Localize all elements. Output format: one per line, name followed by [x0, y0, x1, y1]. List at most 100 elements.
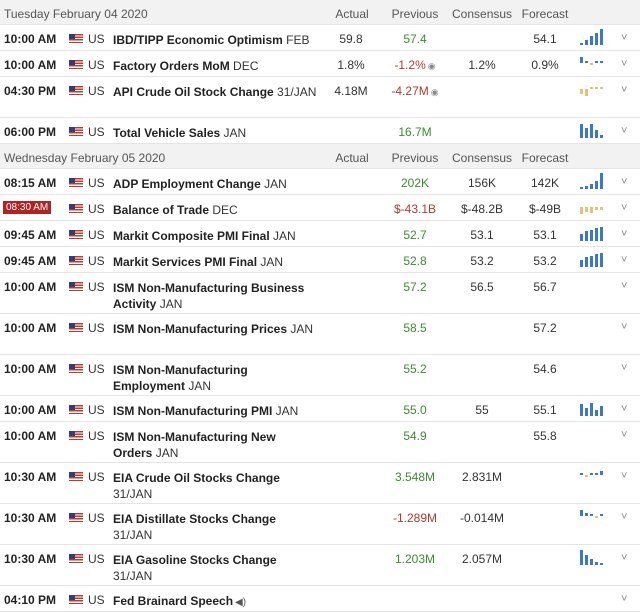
- chevron-down-icon[interactable]: ˅: [621, 511, 627, 523]
- event-row[interactable]: 10:30 AM US EIA Crude Oil Stocks Change 31…: [0, 463, 640, 504]
- sparkline-chart[interactable]: [580, 55, 606, 71]
- event-name[interactable]: API Crude Oil Stock Change: [113, 85, 274, 99]
- chevron-down-icon[interactable]: ˅: [621, 429, 627, 441]
- previous-text: $-43.1B: [393, 202, 437, 216]
- event-row[interactable]: 10:00 AM US ISM Non-Manufacturing PMI JAN 5…: [0, 396, 640, 422]
- chevron-down-icon[interactable]: ˅: [621, 176, 627, 188]
- event-title[interactable]: Balance of Trade DEC: [113, 202, 318, 218]
- previous-text: 57.2: [403, 280, 427, 294]
- event-name[interactable]: ISM Non-Manufacturing Prices: [113, 322, 287, 336]
- chevron-down-icon[interactable]: ˅: [621, 84, 627, 96]
- event-name[interactable]: Total Vehicle Sales: [113, 126, 220, 140]
- event-row[interactable]: 10:00 AM US ISM Non-Manufacturing Employme…: [0, 355, 640, 396]
- event-row[interactable]: 10:00 AM US Factory Orders MoM DEC 1.8% -1.2…: [0, 51, 640, 77]
- event-row[interactable]: 09:45 AM US Markit Composite PMI Final JAN…: [0, 221, 640, 247]
- event-title[interactable]: ISM Non-Manufacturing PMI JAN: [113, 403, 318, 419]
- sparkline-chart[interactable]: [580, 173, 606, 189]
- event-row[interactable]: 08:15 AM US ADP Employment Change JAN 202K 1…: [0, 169, 640, 195]
- event-name[interactable]: Factory Orders MoM: [113, 59, 230, 73]
- event-time: 04:30 PM: [4, 84, 57, 98]
- sparkline-chart[interactable]: [580, 81, 606, 97]
- event-name[interactable]: EIA Gasoline Stocks Change: [113, 553, 277, 567]
- chevron-down-icon[interactable]: ˅: [621, 202, 627, 214]
- chevron-down-icon[interactable]: ˅: [621, 403, 627, 415]
- consensus-value: 1.2%: [468, 58, 496, 72]
- event-row[interactable]: 10:00 AM US ISM Non-Manufacturing Prices J…: [0, 314, 640, 355]
- forecast-value: 55.8: [533, 429, 557, 443]
- column-forecast: Forecast: [521, 151, 569, 165]
- chevron-down-icon[interactable]: ˅: [621, 321, 627, 333]
- event-name[interactable]: Markit Composite PMI Final: [113, 229, 270, 243]
- event-title[interactable]: API Crude Oil Stock Change 31/JAN: [113, 84, 318, 100]
- previous-text: 57.4: [403, 32, 427, 46]
- sparkline-bar: [595, 130, 598, 138]
- chevron-down-icon[interactable]: ˅: [621, 593, 627, 605]
- column-actual: Actual: [335, 7, 369, 21]
- event-name[interactable]: ISM Non-Manufacturing New Orders: [113, 430, 276, 460]
- sparkline-chart[interactable]: [580, 549, 606, 565]
- chevron-down-icon[interactable]: ˅: [621, 125, 627, 137]
- event-row[interactable]: 10:00 AM US IBD/TIPP Economic Optimism FEB…: [0, 25, 640, 51]
- event-title[interactable]: Fed Brainard Speech ◀): [113, 593, 318, 611]
- forecast-value: 54.1: [533, 32, 557, 46]
- event-title[interactable]: ISM Non-Manufacturing Business Activity …: [113, 280, 318, 312]
- event-name[interactable]: ADP Employment Change: [113, 177, 261, 191]
- event-title[interactable]: EIA Distillate Stocks Change 31/JAN: [113, 511, 318, 543]
- chevron-down-icon[interactable]: ˅: [621, 362, 627, 374]
- event-title[interactable]: IBD/TIPP Economic Optimism FEB: [113, 32, 318, 48]
- sparkline-bar: [585, 89, 588, 97]
- event-row[interactable]: 10:00 AM US ISM Non-Manufacturing New Orde…: [0, 422, 640, 463]
- event-name[interactable]: EIA Crude Oil Stocks Change: [113, 471, 280, 485]
- event-row[interactable]: 10:30 AM US EIA Gasoline Stocks Change 31/…: [0, 545, 640, 586]
- event-name[interactable]: Markit Services PMI Final: [113, 255, 257, 269]
- event-name[interactable]: ISM Non-Manufacturing Business Activity: [113, 281, 304, 311]
- sparkline-chart[interactable]: [580, 400, 606, 416]
- us-flag-icon: [69, 364, 83, 373]
- event-row[interactable]: 04:10 PM US Fed Brainard Speech ◀) ˅: [0, 586, 640, 612]
- event-title[interactable]: ISM Non-Manufacturing Employment JAN: [113, 362, 318, 394]
- event-title[interactable]: Markit Composite PMI Final JAN: [113, 228, 318, 244]
- event-title[interactable]: Total Vehicle Sales JAN: [113, 125, 318, 141]
- chevron-down-icon[interactable]: ˅: [621, 58, 627, 70]
- consensus-value: 53.1: [470, 228, 494, 242]
- sparkline-chart[interactable]: [580, 251, 606, 267]
- us-flag-icon: [69, 34, 83, 43]
- us-flag-icon: [69, 472, 83, 481]
- event-row[interactable]: 10:00 AM US ISM Non-Manufacturing Business…: [0, 273, 640, 314]
- event-name[interactable]: ISM Non-Manufacturing PMI: [113, 404, 272, 418]
- sparkline-chart[interactable]: [580, 508, 606, 524]
- sparkline-chart[interactable]: [580, 467, 606, 483]
- event-row[interactable]: 10:30 AM US EIA Distillate Stocks Change 3…: [0, 504, 640, 545]
- sparkline-chart[interactable]: [580, 225, 606, 241]
- event-title[interactable]: ADP Employment Change JAN: [113, 176, 318, 192]
- sparkline-bar: [580, 42, 583, 45]
- event-name[interactable]: Balance of Trade: [113, 203, 209, 217]
- event-title[interactable]: Markit Services PMI Final JAN: [113, 254, 318, 270]
- chevron-down-icon[interactable]: ˅: [621, 552, 627, 564]
- forecast-value: 53.2: [533, 254, 557, 268]
- chevron-down-icon[interactable]: ˅: [621, 228, 627, 240]
- event-name[interactable]: EIA Distillate Stocks Change: [113, 512, 276, 526]
- sparkline-chart[interactable]: [580, 122, 606, 138]
- sparkline-chart[interactable]: [580, 29, 606, 45]
- event-title[interactable]: Factory Orders MoM DEC: [113, 58, 318, 74]
- chevron-down-icon[interactable]: ˅: [621, 470, 627, 482]
- event-time: 10:00 AM: [4, 32, 57, 46]
- chevron-down-icon[interactable]: ˅: [621, 32, 627, 44]
- event-row[interactable]: 09:45 AM US Markit Services PMI Final JAN 5…: [0, 247, 640, 273]
- event-title[interactable]: ISM Non-Manufacturing New Orders JAN: [113, 429, 318, 461]
- event-period: JAN: [159, 297, 183, 311]
- event-name[interactable]: IBD/TIPP Economic Optimism: [113, 33, 283, 47]
- event-title[interactable]: EIA Crude Oil Stocks Change 31/JAN: [113, 470, 318, 502]
- event-row[interactable]: 06:00 PM US Total Vehicle Sales JAN 16.7M ˅: [0, 118, 640, 144]
- chevron-down-icon[interactable]: ˅: [621, 254, 627, 266]
- sparkline-bar: [595, 409, 598, 416]
- event-row[interactable]: 04:30 PM US API Crude Oil Stock Change 31/…: [0, 77, 640, 118]
- event-title[interactable]: ISM Non-Manufacturing Prices JAN: [113, 321, 318, 337]
- event-title[interactable]: EIA Gasoline Stocks Change 31/JAN: [113, 552, 318, 584]
- event-name[interactable]: ISM Non-Manufacturing Employment: [113, 363, 248, 393]
- chevron-down-icon[interactable]: ˅: [621, 280, 627, 292]
- event-row[interactable]: 08:30 AM US Balance of Trade DEC $-43.1B $-4…: [0, 195, 640, 221]
- sparkline-chart[interactable]: [580, 199, 606, 215]
- event-name[interactable]: Fed Brainard Speech: [113, 594, 233, 608]
